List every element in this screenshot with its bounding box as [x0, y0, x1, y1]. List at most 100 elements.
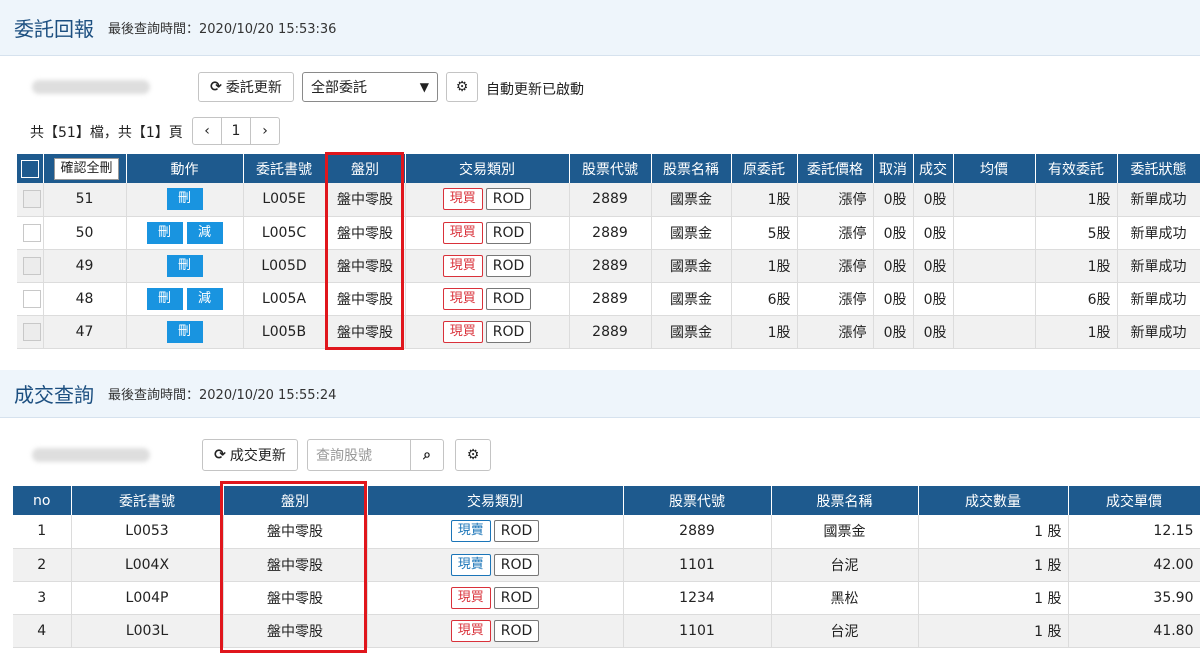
cell-cancel: 0股	[873, 249, 914, 283]
cell-actions: 刪	[126, 315, 244, 349]
cell-no: 47	[43, 315, 127, 349]
delete-button[interactable]: 刪	[166, 320, 203, 343]
cell-cancel: 0股	[873, 216, 914, 250]
cell-trade-type: 現賣 ROD	[367, 515, 624, 549]
table-row: 4 L003L 盤中零股 現買 ROD 1101 台泥 1 股 41.80	[13, 614, 1200, 648]
select-all-header[interactable]	[17, 154, 44, 183]
cell-actions: 刪	[126, 183, 244, 217]
next-page-button[interactable]: ›	[250, 117, 280, 145]
table-row: 3 L004P 盤中零股 現買 ROD 1234 黑松 1 股 35.90	[13, 581, 1200, 615]
cell-session: 盤中零股	[223, 515, 368, 549]
cell-order-id: L005E	[243, 183, 326, 217]
row-select-cell[interactable]	[17, 249, 44, 283]
side-tag: 現買	[450, 586, 491, 609]
cell-trade-type: 現買 ROD	[367, 614, 624, 648]
trades-title: 成交查詢	[14, 383, 94, 407]
cell-filled: 0股	[913, 183, 954, 217]
trades-last-query: 最後查詢時間：2020/10/20 15:55:24	[108, 388, 337, 403]
page-number-1[interactable]: 1	[221, 117, 251, 145]
cell-stock-code: 2889	[569, 183, 652, 217]
delete-button[interactable]: 刪	[146, 221, 183, 244]
col-valid: 有效委託	[1035, 154, 1118, 183]
col-stock-name: 股票名稱	[651, 154, 732, 183]
col-trade-type: 交易類別	[367, 486, 624, 515]
gear-icon: ⚙	[466, 447, 480, 463]
cell-price: 漲停	[797, 315, 874, 349]
confirm-all-delete-button[interactable]: 確認全刪	[54, 157, 119, 180]
row-checkbox[interactable]	[23, 256, 41, 275]
col-orig-qty: 原委託	[731, 154, 798, 183]
side-tag: 現買	[442, 287, 483, 310]
cell-orig-qty: 5股	[731, 216, 798, 250]
cell-stock-code: 2889	[569, 249, 652, 283]
chevron-down-icon: ▼	[419, 80, 429, 94]
row-select-cell[interactable]	[17, 315, 44, 349]
cell-session: 盤中零股	[325, 315, 406, 349]
side-tag: 現買	[442, 221, 483, 244]
col-filled-qty: 成交數量	[918, 486, 1069, 515]
row-checkbox[interactable]	[23, 223, 41, 242]
reduce-button[interactable]: 減	[186, 221, 223, 244]
order-settings-button[interactable]: ⚙	[446, 72, 478, 102]
cell-actions: 刪減	[126, 216, 244, 250]
search-button[interactable]: ⌕	[410, 439, 444, 471]
trade-settings-button[interactable]: ⚙	[455, 439, 491, 471]
order-filter-select[interactable]: 全部委託 ▼	[302, 72, 438, 102]
row-checkbox[interactable]	[23, 322, 41, 341]
cell-session: 盤中零股	[325, 183, 406, 217]
order-refresh-button[interactable]: ⟳ 委託更新	[198, 72, 294, 102]
stock-search-input[interactable]: 查詢股號	[307, 439, 411, 471]
row-checkbox[interactable]	[23, 289, 41, 308]
cell-filled-price: 35.90	[1068, 581, 1200, 615]
trades-header-row: no 委託書號 盤別 交易類別 股票代號 股票名稱 成交數量 成交單價	[13, 486, 1200, 515]
cell-stock-code: 2889	[569, 315, 652, 349]
cell-stock-code: 1101	[623, 614, 772, 648]
row-select-cell[interactable]	[17, 282, 44, 316]
tif-tag: ROD	[485, 221, 532, 244]
table-row: 51 刪 L005E 盤中零股 現買 ROD 2889 國票金 1股 漲停 0股 0股 1股 新單成功	[17, 183, 1200, 217]
cell-orig-qty: 1股	[731, 315, 798, 349]
tif-tag: ROD	[493, 553, 540, 576]
cell-session: 盤中零股	[223, 614, 368, 648]
cell-price: 漲停	[797, 249, 874, 283]
cell-price: 漲停	[797, 183, 874, 217]
col-cancel: 取消	[873, 154, 914, 183]
cell-trade-type: 現買 ROD	[405, 282, 570, 316]
cell-status: 新單成功	[1117, 183, 1200, 217]
auto-refresh-status: 自動更新已啟動	[486, 82, 584, 98]
col-session: 盤別	[325, 154, 406, 183]
cell-price: 漲停	[797, 282, 874, 316]
cell-valid: 1股	[1035, 315, 1118, 349]
col-avg: 均價	[953, 154, 1036, 183]
orders-title: 委託回報	[14, 17, 94, 41]
prev-page-button[interactable]: ‹	[192, 117, 222, 145]
row-select-cell[interactable]	[17, 216, 44, 250]
delete-button[interactable]: 刪	[166, 188, 203, 211]
tif-tag: ROD	[493, 586, 540, 609]
tif-tag: ROD	[485, 188, 532, 211]
tif-tag: ROD	[493, 619, 540, 642]
delete-button[interactable]: 刪	[146, 287, 183, 310]
cell-session: 盤中零股	[223, 548, 368, 582]
table-row: 47 刪 L005B 盤中零股 現買 ROD 2889 國票金 1股 漲停 0股 0股 1股 新單成功	[17, 315, 1200, 349]
row-checkbox[interactable]	[23, 190, 41, 209]
cell-trade-type: 現買 ROD	[405, 183, 570, 217]
select-all-checkbox[interactable]	[20, 159, 39, 178]
cell-filled: 0股	[913, 315, 954, 349]
cell-status: 新單成功	[1117, 249, 1200, 283]
cell-avg	[953, 183, 1036, 217]
cell-actions: 刪	[126, 249, 244, 283]
cell-trade-type: 現賣 ROD	[367, 548, 624, 582]
reduce-button[interactable]: 減	[186, 287, 223, 310]
cell-orig-qty: 1股	[731, 183, 798, 217]
col-trade-type: 交易類別	[405, 154, 570, 183]
account-info-blurred	[32, 448, 150, 462]
col-stock-code: 股票代號	[569, 154, 652, 183]
col-no: no	[13, 486, 72, 515]
row-select-cell[interactable]	[17, 183, 44, 217]
cell-trade-type: 現買 ROD	[405, 249, 570, 283]
trade-refresh-button[interactable]: ⟳ 成交更新	[202, 439, 298, 471]
cell-stock-name: 台泥	[771, 548, 919, 582]
delete-button[interactable]: 刪	[166, 254, 203, 277]
cell-no: 51	[43, 183, 127, 217]
